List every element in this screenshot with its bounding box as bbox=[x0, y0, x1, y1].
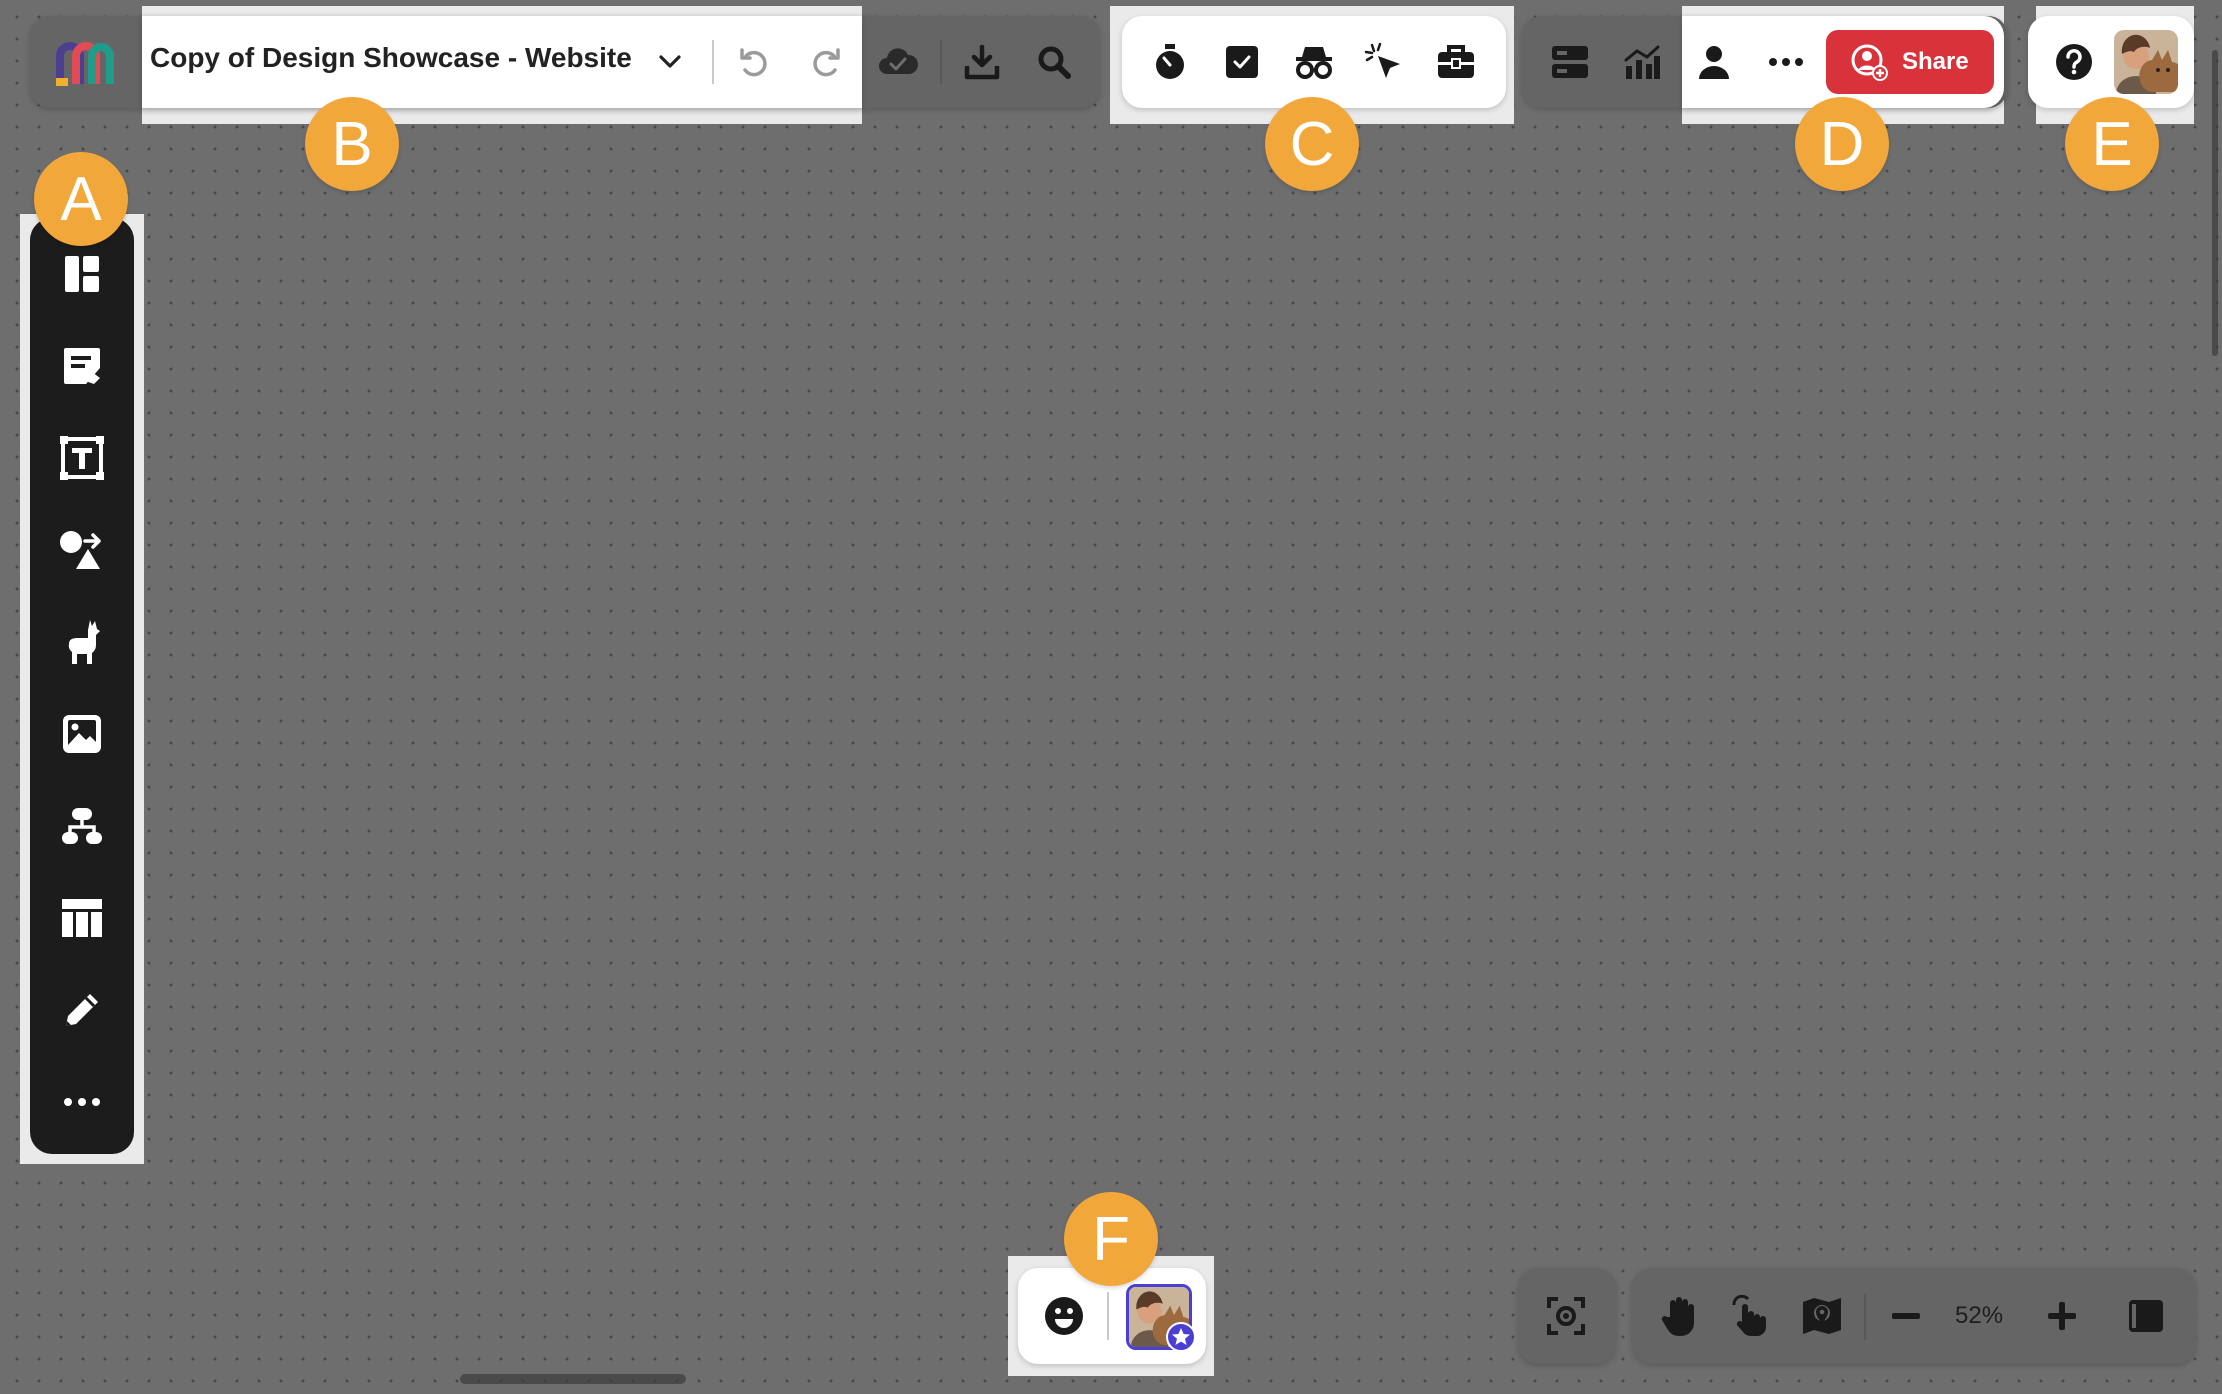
reactions-divider bbox=[1107, 1292, 1109, 1340]
user-avatar[interactable] bbox=[2114, 30, 2178, 94]
map-icon[interactable] bbox=[1792, 1286, 1852, 1346]
undo-icon[interactable] bbox=[724, 32, 784, 92]
horizontal-scrollbar[interactable] bbox=[460, 1374, 686, 1384]
left-toolbar bbox=[30, 218, 134, 1154]
more-options-icon[interactable] bbox=[1756, 32, 1816, 92]
panel-icon[interactable] bbox=[2116, 1286, 2176, 1346]
annotation-badge-b: B bbox=[305, 97, 399, 191]
board-title[interactable]: Copy of Design Showcase - Website bbox=[150, 42, 632, 74]
attention-icon[interactable] bbox=[1354, 32, 1414, 92]
zoom-out-icon[interactable] bbox=[1876, 1286, 1936, 1346]
sticky-note-icon[interactable] bbox=[52, 336, 112, 396]
emoji-icon[interactable] bbox=[1034, 1286, 1094, 1346]
pointer-hand-icon[interactable] bbox=[1720, 1286, 1780, 1346]
voting-icon[interactable] bbox=[1212, 32, 1272, 92]
board-menu-divider bbox=[712, 40, 714, 84]
annotation-badge-f: F bbox=[1064, 1192, 1158, 1286]
annotation-badge-c: C bbox=[1265, 97, 1359, 191]
shapes-icon[interactable] bbox=[52, 520, 112, 580]
star-badge-icon bbox=[1166, 1322, 1196, 1352]
zoom-level[interactable]: 52% bbox=[1955, 1302, 2003, 1330]
image-icon[interactable] bbox=[52, 704, 112, 764]
analytics-icon[interactable] bbox=[1612, 32, 1672, 92]
activity-icon[interactable] bbox=[1540, 32, 1600, 92]
mind-map-icon[interactable] bbox=[52, 796, 112, 856]
vertical-scrollbar[interactable] bbox=[2212, 50, 2218, 356]
pen-icon[interactable] bbox=[52, 980, 112, 1040]
private-mode-icon[interactable] bbox=[1284, 32, 1344, 92]
export-icon[interactable] bbox=[952, 32, 1012, 92]
annotation-badge-e: E bbox=[2065, 97, 2159, 191]
help-icon[interactable] bbox=[2044, 32, 2104, 92]
table-icon[interactable] bbox=[52, 888, 112, 948]
templates-icon[interactable] bbox=[52, 244, 112, 304]
annotation-badge-a: A bbox=[34, 152, 128, 246]
annotation-badge-d: D bbox=[1795, 97, 1889, 191]
timer-icon[interactable] bbox=[1140, 32, 1200, 92]
cloud-saved-icon[interactable] bbox=[868, 32, 928, 92]
redo-icon[interactable] bbox=[796, 32, 856, 92]
share-icon bbox=[1851, 44, 1888, 81]
llama-icon[interactable] bbox=[52, 612, 112, 672]
board-menu-divider-2 bbox=[940, 40, 942, 84]
share-button[interactable]: Share bbox=[1826, 30, 1994, 94]
app-logo-icon[interactable] bbox=[54, 32, 114, 92]
text-icon[interactable] bbox=[52, 428, 112, 488]
navigation-divider bbox=[1864, 1294, 1866, 1340]
focus-icon[interactable] bbox=[1536, 1286, 1596, 1346]
search-icon[interactable] bbox=[1024, 32, 1084, 92]
share-button-label: Share bbox=[1902, 48, 1969, 75]
chevron-down-icon[interactable] bbox=[640, 32, 700, 92]
zoom-in-icon[interactable] bbox=[2032, 1286, 2092, 1346]
more-tools-icon[interactable] bbox=[52, 1072, 112, 1132]
toolkit-icon[interactable] bbox=[1426, 32, 1486, 92]
hand-icon[interactable] bbox=[1650, 1286, 1710, 1346]
user-icon[interactable] bbox=[1684, 32, 1744, 92]
